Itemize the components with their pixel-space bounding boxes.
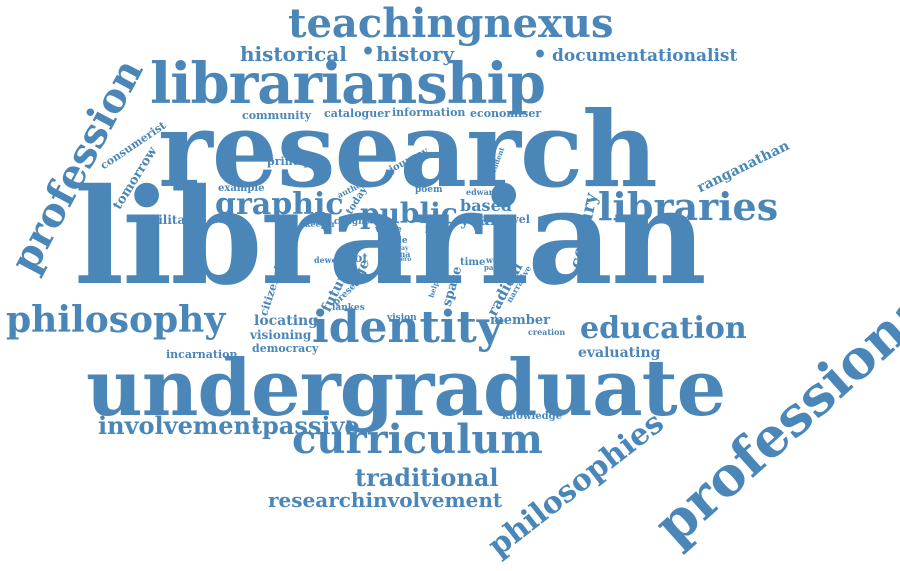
word-libraries: libraries bbox=[598, 184, 779, 229]
word-novel: novel bbox=[497, 213, 530, 226]
word-community: community bbox=[242, 109, 311, 122]
word-creation: creation bbox=[528, 327, 566, 337]
word-dewey: dewey bbox=[314, 255, 342, 265]
word-education: education bbox=[580, 311, 747, 346]
word-historical: historical bbox=[240, 42, 347, 66]
word-keeper: keeper bbox=[305, 219, 336, 229]
word-evaluating: evaluating bbox=[578, 345, 661, 361]
word-passive: passive bbox=[262, 411, 360, 440]
word-information: information bbox=[392, 106, 466, 119]
word-caught: caught bbox=[334, 217, 369, 227]
word-paper: paper bbox=[484, 263, 507, 272]
word-teachingnexus: teachingnexus bbox=[288, 0, 614, 47]
word-librarianship: librarianship bbox=[150, 51, 546, 117]
separator-dot: • bbox=[533, 42, 548, 68]
word-researchinvolvement: researchinvolvement bbox=[268, 488, 503, 512]
word-philosophy: philosophy bbox=[6, 299, 226, 341]
word-history: history bbox=[376, 42, 455, 66]
word-time: time bbox=[460, 257, 486, 268]
word-example: example bbox=[218, 183, 265, 194]
word-cataloguer: cataloguer bbox=[324, 107, 391, 120]
word-value: value bbox=[375, 225, 402, 235]
word-knowledge: knowledge bbox=[502, 411, 562, 422]
word-edward: edward bbox=[466, 187, 499, 197]
word-poem: poem bbox=[415, 185, 443, 195]
word-incarnation: incarnation bbox=[166, 348, 238, 361]
word-involvement: involvement bbox=[98, 411, 263, 440]
word-book: book bbox=[425, 225, 447, 235]
word-cloud: librarian research undergraduate librari… bbox=[0, 0, 900, 571]
word-documentationalist: documentationalist bbox=[552, 46, 738, 66]
word-facilitator: facilitator bbox=[138, 213, 206, 227]
word-year: year bbox=[460, 210, 499, 229]
word-member: member bbox=[490, 313, 550, 328]
word-visioning: visioning bbox=[250, 328, 312, 342]
separator-dot: • bbox=[250, 417, 262, 438]
word-traditional: traditional bbox=[355, 463, 499, 492]
word-economiser: economiser bbox=[470, 107, 542, 120]
word-lankes: lankes bbox=[332, 303, 365, 313]
word-principle: principle bbox=[267, 155, 323, 168]
separator-dot: • bbox=[361, 39, 376, 65]
word-locating: locating bbox=[254, 313, 319, 329]
word-graphic: graphic bbox=[215, 187, 344, 222]
word-hero: hero bbox=[396, 256, 412, 263]
word-vision: vision bbox=[387, 313, 417, 323]
word-public: public bbox=[360, 197, 458, 230]
word-democracy: democracy bbox=[252, 342, 319, 355]
